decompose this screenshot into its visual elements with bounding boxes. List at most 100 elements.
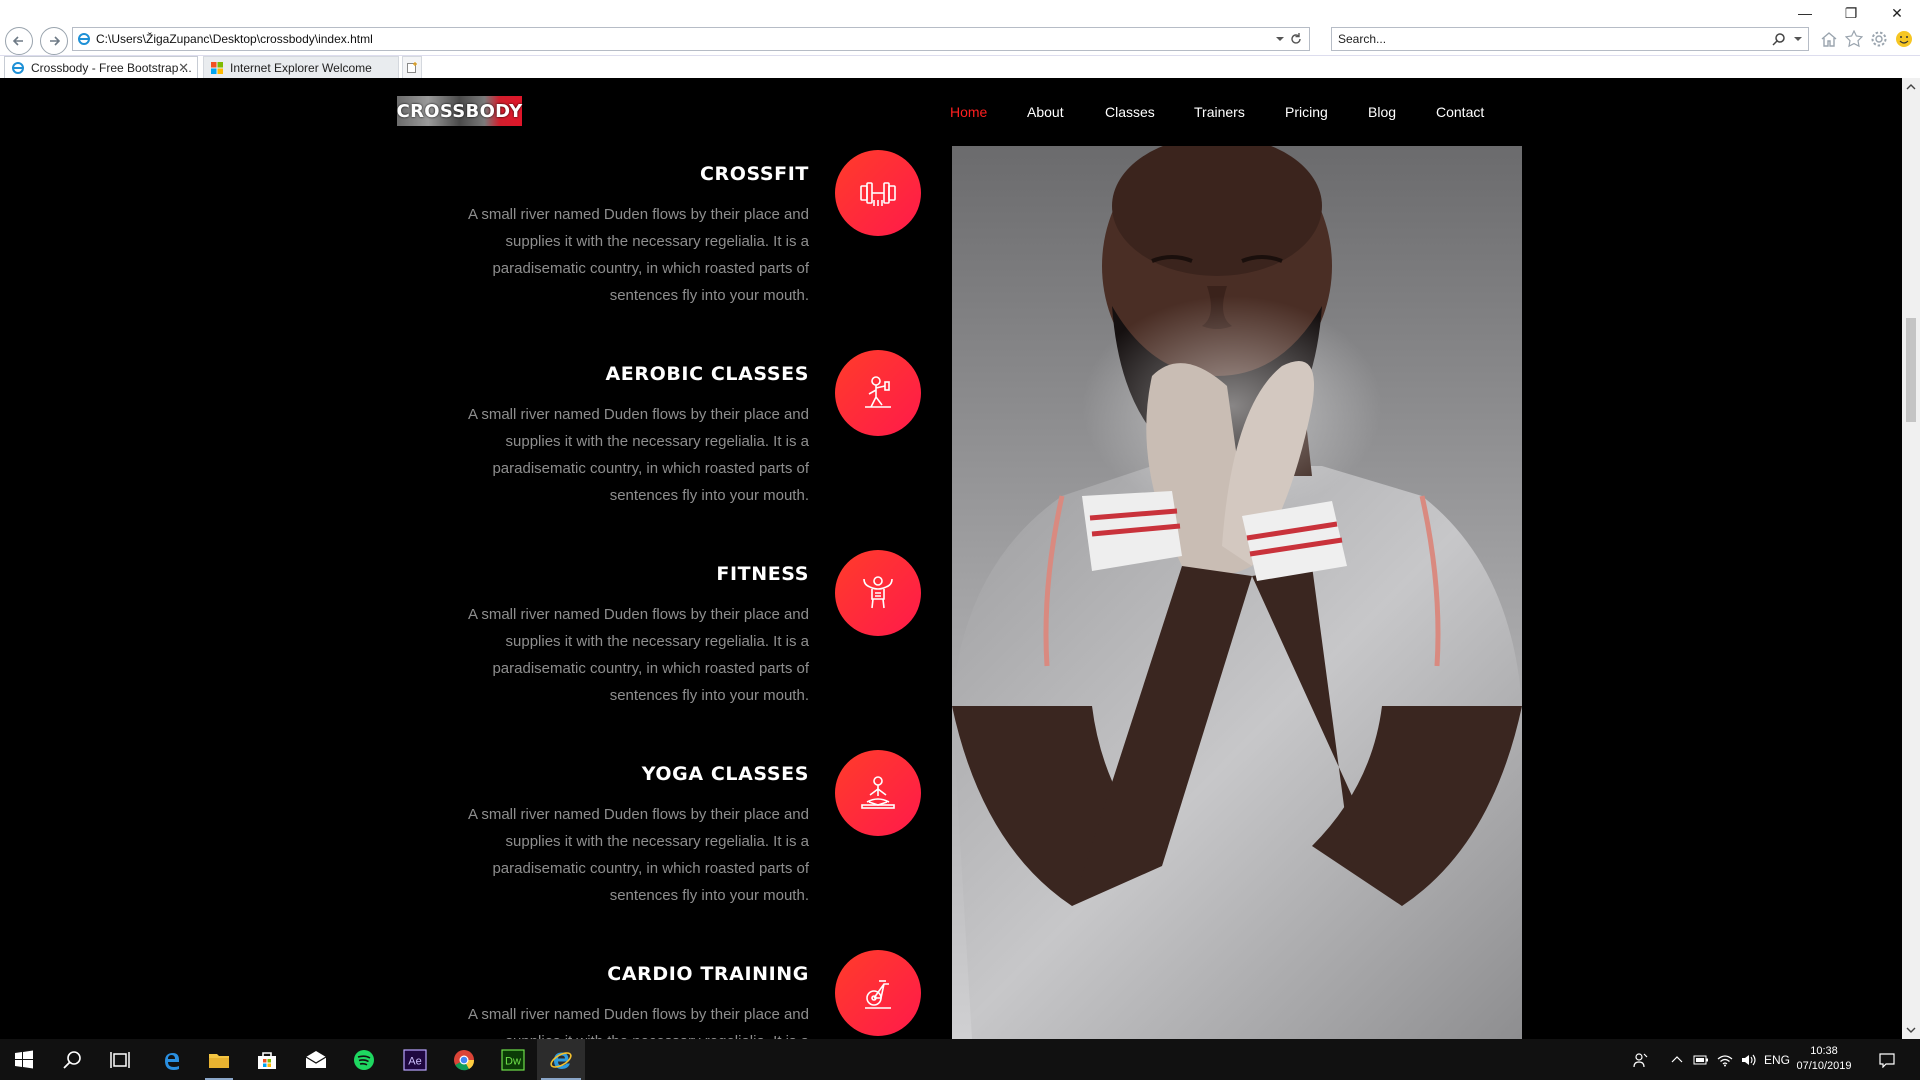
- nav-trainers[interactable]: Trainers: [1194, 104, 1245, 120]
- spotify-icon: [354, 1049, 374, 1070]
- search-icon: [63, 1050, 81, 1069]
- minimize-button[interactable]: —: [1782, 0, 1828, 26]
- ie-tab-icon: [12, 62, 24, 74]
- service-badge: [835, 350, 921, 436]
- service-description: A small river named Duden flows by their…: [467, 406, 809, 504]
- service-title: CARDIO TRAINING: [607, 963, 809, 985]
- smiley-feedback-icon[interactable]: [1895, 30, 1913, 48]
- scroll-down-icon[interactable]: [1906, 1025, 1916, 1035]
- service-badge: [835, 950, 921, 1036]
- exercise-bike-icon: [865, 980, 891, 1009]
- edge-icon: [165, 1052, 179, 1070]
- restore-button[interactable]: ❐: [1828, 0, 1874, 26]
- tab-crossbody[interactable]: Crossbody - Free Bootstrap ... ✕: [4, 56, 198, 79]
- site-logo[interactable]: CROSSBODY: [397, 96, 522, 126]
- tab-label: Internet Explorer Welcome: [230, 60, 372, 75]
- windows-taskbar: Ae Dw ENG 10:38 07/10/2019: [0, 1039, 1920, 1080]
- nav-about[interactable]: About: [1027, 104, 1064, 120]
- taskbar-internet-explorer[interactable]: [537, 1039, 585, 1080]
- ae-label: Ae: [408, 1055, 421, 1067]
- logo-text: CROSSBODY: [396, 100, 523, 122]
- home-icon[interactable]: [1820, 30, 1838, 48]
- tab-label: Crossbody - Free Bootstrap ...: [31, 61, 192, 75]
- taskbar-after-effects[interactable]: Ae: [391, 1039, 439, 1080]
- nav-contact[interactable]: Contact: [1436, 104, 1484, 120]
- people-button[interactable]: [1628, 1039, 1654, 1080]
- windows-logo-icon: [211, 61, 223, 74]
- aerobic-person-icon: [865, 376, 891, 408]
- system-clock[interactable]: 10:38 07/10/2019: [1788, 1044, 1860, 1074]
- taskbar-edge[interactable]: [147, 1039, 195, 1080]
- file-explorer-icon: [209, 1053, 229, 1068]
- clock-date: 07/10/2019: [1796, 1060, 1852, 1072]
- close-window-button[interactable]: ✕: [1874, 0, 1920, 26]
- windows-start-icon: [15, 1050, 33, 1068]
- nav-home[interactable]: Home: [950, 104, 987, 120]
- address-dropdown-icon[interactable]: [1275, 34, 1285, 44]
- service-description: A small river named Duden flows by their…: [467, 606, 809, 704]
- dumbbell-icon: [860, 182, 896, 206]
- settings-gear-icon[interactable]: [1870, 30, 1888, 48]
- service-title: AEROBIC CLASSES: [605, 363, 809, 385]
- page-scrollbar[interactable]: [1902, 78, 1920, 1039]
- taskbar-mail[interactable]: [292, 1039, 340, 1080]
- search-input[interactable]: [1338, 32, 1738, 46]
- speaker-icon: [1742, 1054, 1756, 1065]
- back-button[interactable]: [5, 27, 33, 55]
- taskbar-file-explorer[interactable]: [195, 1039, 243, 1080]
- address-bar[interactable]: C:\Users\ŽigaZupanc\Desktop\crossbody\in…: [72, 27, 1310, 51]
- service-title: FITNESS: [716, 563, 809, 585]
- service-description: A small river named Duden flows by their…: [467, 806, 809, 904]
- search-box[interactable]: [1331, 27, 1809, 51]
- tab-ie-welcome[interactable]: Internet Explorer Welcome: [203, 56, 399, 79]
- taskbar-dreamweaver[interactable]: Dw: [489, 1039, 537, 1080]
- browser-chrome: C:\Users\ŽigaZupanc\Desktop\crossbody\in…: [0, 0, 1920, 79]
- taskbar-store[interactable]: [243, 1039, 291, 1080]
- nav-pricing[interactable]: Pricing: [1285, 104, 1328, 120]
- taskbar-spotify[interactable]: [340, 1039, 388, 1080]
- clock-time: 10:38: [1810, 1045, 1838, 1057]
- dw-label: Dw: [505, 1055, 521, 1067]
- scroll-thumb[interactable]: [1906, 318, 1916, 422]
- mail-icon: [305, 1050, 327, 1068]
- task-view-button[interactable]: [96, 1039, 144, 1080]
- service-badge: [835, 750, 921, 836]
- notification-icon: [1879, 1052, 1895, 1068]
- page-icon: [78, 33, 90, 45]
- favorites-star-icon[interactable]: [1845, 30, 1863, 48]
- tab-strip: Crossbody - Free Bootstrap ... ✕ Interne…: [0, 55, 1920, 79]
- service-description: A small river named Duden flows by their…: [467, 206, 809, 304]
- wifi-indicator[interactable]: [1714, 1039, 1736, 1080]
- refresh-icon[interactable]: [1289, 32, 1303, 46]
- hero-trainer-photo: [952, 146, 1522, 1039]
- web-page: CROSSBODY Home About Classes Trainers Pr…: [0, 78, 1902, 1039]
- yoga-icon: [861, 776, 895, 809]
- new-tab-icon: [407, 61, 417, 73]
- taskbar-search-button[interactable]: [48, 1039, 96, 1080]
- bodybuilder-icon: [863, 576, 893, 609]
- forward-button[interactable]: [40, 27, 68, 55]
- chrome-icon: [454, 1049, 475, 1070]
- arrow-right-icon: [50, 36, 61, 46]
- show-hidden-icons-button[interactable]: [1666, 1039, 1688, 1080]
- after-effects-icon: Ae: [403, 1048, 427, 1071]
- close-tab-icon[interactable]: ✕: [178, 60, 189, 76]
- scroll-up-icon[interactable]: [1906, 82, 1916, 92]
- action-center-button[interactable]: [1872, 1039, 1902, 1080]
- address-text[interactable]: C:\Users\ŽigaZupanc\Desktop\crossbody\in…: [96, 32, 373, 46]
- search-dropdown-icon[interactable]: [1794, 35, 1802, 43]
- search-icon[interactable]: [1772, 32, 1786, 46]
- nav-classes[interactable]: Classes: [1105, 104, 1155, 120]
- chevron-up-icon: [1671, 1055, 1683, 1062]
- people-icon: [1633, 1052, 1648, 1067]
- service-description: A small river named Duden flows by their…: [467, 1006, 809, 1039]
- internet-explorer-icon: [550, 1051, 572, 1069]
- battery-indicator[interactable]: [1690, 1039, 1712, 1080]
- wifi-icon: [1717, 1054, 1733, 1066]
- start-button[interactable]: [0, 1039, 48, 1080]
- nav-blog[interactable]: Blog: [1368, 104, 1396, 120]
- taskbar-chrome[interactable]: [440, 1039, 488, 1080]
- volume-indicator[interactable]: [1738, 1039, 1760, 1080]
- store-icon: [258, 1051, 276, 1069]
- new-tab-button[interactable]: [402, 56, 422, 79]
